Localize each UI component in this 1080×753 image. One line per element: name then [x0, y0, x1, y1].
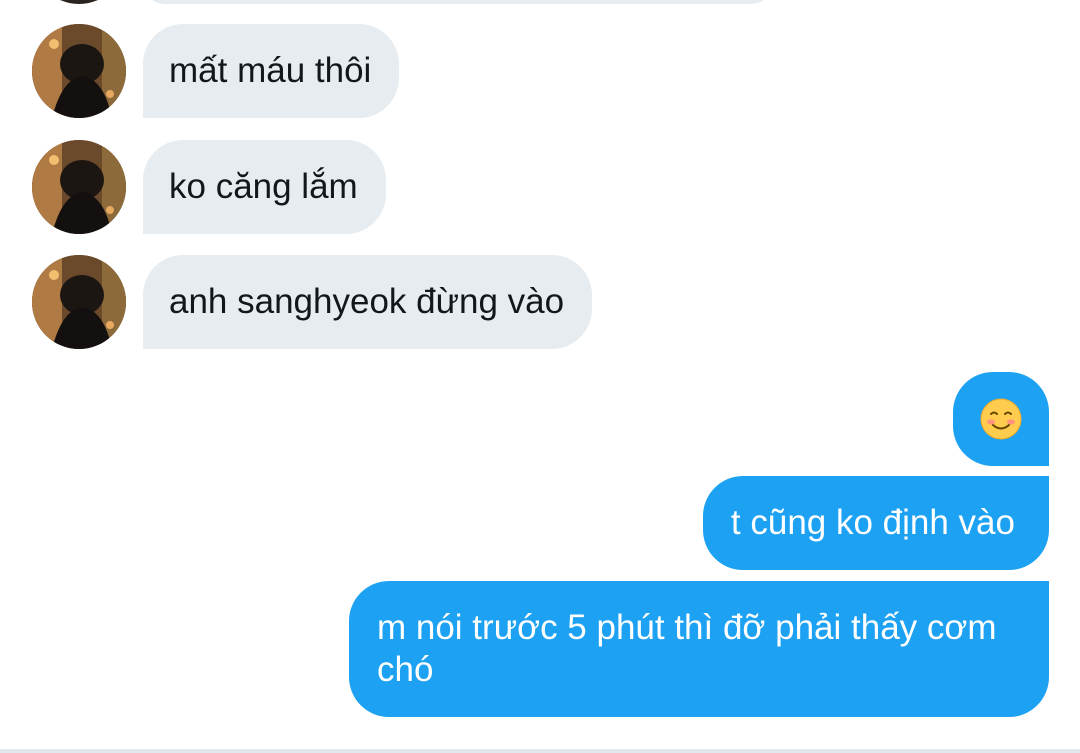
- message-text: mất máu thôi: [169, 51, 372, 90]
- avatar[interactable]: [32, 255, 126, 349]
- message-bubble-outgoing[interactable]: t cũng ko định vào: [702, 476, 1049, 570]
- message-text: anh sanghyeok đừng vào: [169, 282, 565, 321]
- message-bubble-incoming[interactable]: mất máu thôi: [143, 24, 400, 118]
- avatar[interactable]: [32, 24, 126, 118]
- message-bubble-incoming[interactable]: ko căng lắm: [143, 140, 386, 234]
- message-bubble-incoming[interactable]: anh sanghyeok đừng vào: [143, 255, 593, 349]
- avatar-photo: [32, 24, 126, 118]
- smiling-face-icon: [980, 398, 1022, 440]
- message-text: m nói trước 5 phút thì đỡ phải thấy cơm …: [377, 608, 997, 689]
- message-bubble-outgoing[interactable]: [953, 372, 1049, 466]
- chat-thread: mất máu thôi ko căng lắm anh sanghyeok đ…: [0, 0, 1080, 753]
- avatar-photo: [32, 255, 126, 349]
- message-bubble-outgoing[interactable]: m nói trước 5 phút thì đỡ phải thấy cơm …: [349, 581, 1049, 717]
- message-text: t cũng ko định vào: [730, 503, 1015, 542]
- message-bubble-incoming-partial[interactable]: [143, 0, 773, 4]
- divider: [0, 749, 1080, 753]
- message-text: ko căng lắm: [169, 167, 358, 206]
- avatar[interactable]: [32, 0, 126, 4]
- avatar-photo: [32, 140, 126, 234]
- avatar[interactable]: [32, 140, 126, 234]
